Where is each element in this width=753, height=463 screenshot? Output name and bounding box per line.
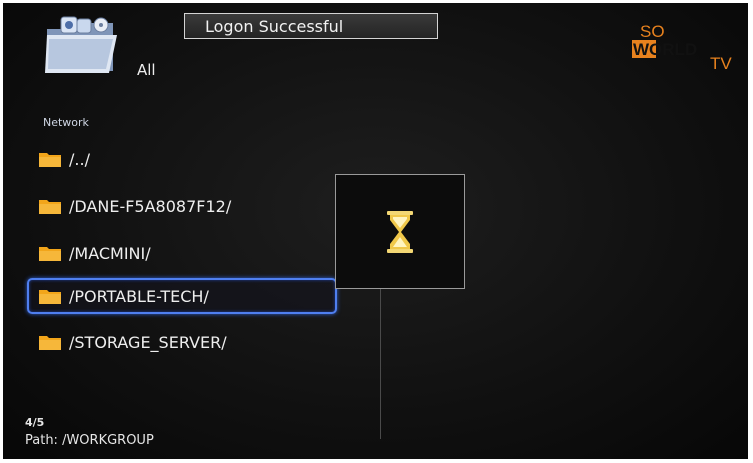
- item-position: 4/5: [25, 416, 45, 429]
- logo-line2: WORLD: [633, 40, 697, 59]
- list-item[interactable]: /../: [27, 141, 337, 177]
- logo-line3: TV: [710, 54, 732, 73]
- list-item[interactable]: /DANE-F5A8087F12/: [27, 188, 337, 224]
- folder-icon: [39, 290, 61, 304]
- list-item-label: /../: [69, 149, 90, 169]
- section-label: Network: [43, 116, 89, 129]
- media-player-screen: All Logon Successful SO WORLD TV Network…: [3, 3, 748, 459]
- current-path: Path: /WORKGROUP: [25, 433, 154, 448]
- list-item-label: /STORAGE_SERVER/: [69, 332, 227, 352]
- hourglass-icon: [387, 210, 413, 253]
- logo-line1: SO: [640, 22, 665, 41]
- list-item-label: /PORTABLE-TECH/: [69, 286, 209, 306]
- folder-icon: [39, 336, 61, 350]
- folder-media-icon: [43, 15, 123, 79]
- list-item[interactable]: /STORAGE_SERVER/: [27, 324, 337, 360]
- folder-icon: [39, 153, 61, 167]
- list-item[interactable]: /MACMINI/: [27, 235, 337, 271]
- list-item-label: /MACMINI/: [69, 243, 151, 263]
- category-label: All: [137, 61, 156, 79]
- divider: [380, 289, 381, 439]
- logon-toast: Logon Successful: [184, 13, 438, 39]
- folder-icon: [39, 247, 61, 261]
- folder-icon: [39, 200, 61, 214]
- loading-dialog: [335, 174, 465, 289]
- list-item-selected[interactable]: /PORTABLE-TECH/: [27, 278, 337, 314]
- list-item-label: /DANE-F5A8087F12/: [69, 196, 232, 216]
- soworld-tv-logo: SO WORLD TV: [630, 21, 738, 73]
